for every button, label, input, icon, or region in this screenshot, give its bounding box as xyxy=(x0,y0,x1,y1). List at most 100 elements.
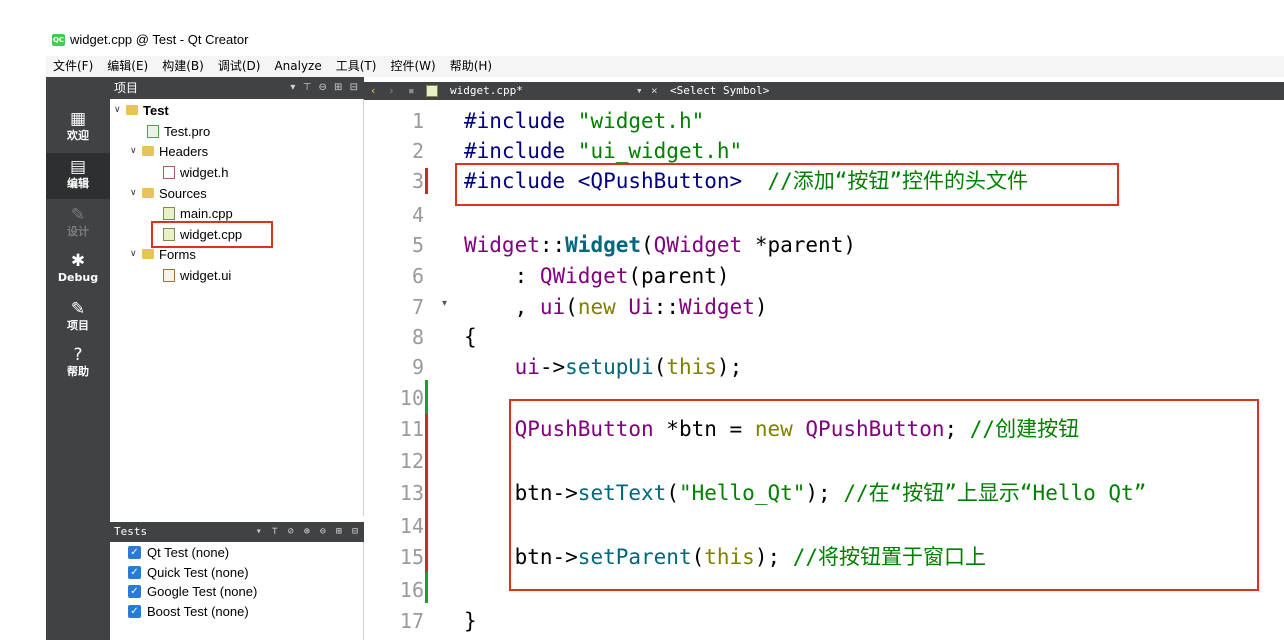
preprocessor-token: #include xyxy=(464,109,578,133)
chevron-down-icon[interactable]: ∨ xyxy=(130,146,142,156)
menu-file[interactable]: 文件(F) xyxy=(46,56,100,77)
highlight-box-include xyxy=(455,163,1119,206)
string-token: "widget.h" xyxy=(577,109,705,133)
test-item-label: Quick Test (none) xyxy=(147,564,249,580)
line-number: 7 xyxy=(411,295,424,319)
line-number: 12 xyxy=(399,449,424,473)
mode-debug-label: Debug xyxy=(57,271,99,284)
chevron-down-icon[interactable]: ∨ xyxy=(114,105,126,115)
code-line-2: #include "ui_widget.h" xyxy=(464,136,742,166)
mode-projects-label: 项目 xyxy=(67,319,89,332)
window-title: widget.cpp @ Test - Qt Creator xyxy=(70,32,249,47)
test-item-google[interactable]: ✓ Google Test (none) xyxy=(128,581,257,601)
tree-item-widget-ui[interactable]: widget.ui xyxy=(163,265,231,285)
keyword-token: this xyxy=(666,355,717,379)
line-number: 11 xyxy=(399,417,424,441)
tree-item-test-project[interactable]: ∨ Test xyxy=(114,100,169,120)
mode-design[interactable]: ✎ 设计 xyxy=(46,201,110,247)
line-number: 6 xyxy=(411,264,424,288)
title-bar: QC widget.cpp @ Test - Qt Creator xyxy=(0,0,1284,56)
line-number: 8 xyxy=(411,325,424,349)
paren-token: ( xyxy=(565,295,578,319)
function-token: setupUi xyxy=(565,355,654,379)
back-arrow-icon[interactable]: ‹ xyxy=(370,82,377,100)
tree-item-test-pro[interactable]: Test.pro xyxy=(147,121,210,141)
test-item-quick[interactable]: ✓ Quick Test (none) xyxy=(128,562,249,582)
indent-token xyxy=(464,417,515,441)
tests-panel-title[interactable]: Tests xyxy=(114,522,147,542)
chevron-down-icon[interactable]: ▾ xyxy=(636,82,643,100)
menu-build[interactable]: 构建(B) xyxy=(155,56,211,77)
class-token: Ui xyxy=(628,295,654,319)
forward-arrow-icon[interactable]: › xyxy=(388,82,395,100)
tree-item-main-cpp[interactable]: main.cpp xyxy=(163,203,233,223)
line-number: 4 xyxy=(411,203,424,227)
checkbox-checked-icon[interactable]: ✓ xyxy=(128,565,141,579)
mode-edit-label: 编辑 xyxy=(67,177,89,190)
class-token: QWidget xyxy=(539,264,629,288)
code-token: : xyxy=(464,264,540,288)
panel-toolbar-icons[interactable]: ▾ ⊤ ⊖ ⊞ ⊟ xyxy=(290,77,360,99)
checkbox-checked-icon[interactable]: ✓ xyxy=(128,584,141,598)
tests-list: ✓ Qt Test (none) ✓ Quick Test (none) ✓ G… xyxy=(110,542,364,640)
menu-help[interactable]: 帮助(H) xyxy=(443,56,499,77)
tree-item-widget-h[interactable]: widget.h xyxy=(163,162,228,182)
operator-token: -> xyxy=(539,355,566,379)
menu-tools[interactable]: 工具(T) xyxy=(329,56,384,77)
symbol-selector[interactable]: <Select Symbol> xyxy=(670,82,769,100)
close-icon[interactable]: × xyxy=(651,82,658,100)
lock-icon: ▪ xyxy=(408,84,415,97)
menu-analyze[interactable]: Analyze xyxy=(267,56,328,77)
code-token: *parent) xyxy=(742,233,856,257)
test-item-boost[interactable]: ✓ Boost Test (none) xyxy=(128,601,249,621)
mode-debug[interactable]: ✱ Debug xyxy=(46,247,110,293)
mode-edit[interactable]: ▤ 编辑 xyxy=(46,153,110,199)
projects-panel-header: 项目 ▾ ⊤ ⊖ ⊞ ⊟ xyxy=(110,77,364,99)
bug-icon: ✱ xyxy=(70,251,86,271)
menu-controls[interactable]: 控件(W) xyxy=(383,56,442,77)
line-number: 2 xyxy=(411,139,424,163)
grid-icon: ▦ xyxy=(69,109,87,129)
code-token: , xyxy=(464,295,540,319)
mode-projects[interactable]: ✎ 项目 xyxy=(46,295,110,341)
menu-edit[interactable]: 编辑(E) xyxy=(100,56,155,77)
test-item-label: Boost Test (none) xyxy=(147,603,249,619)
tree-item-label: main.cpp xyxy=(180,205,233,221)
tests-panel-header: Tests ▾ ⊤ ⊘ ⊕ ⊖ ⊞ ⊟ xyxy=(110,522,364,542)
projects-panel-title[interactable]: 项目 xyxy=(114,77,138,99)
help-icon: ? xyxy=(73,345,83,365)
panel-toolbar-icons[interactable]: ▾ ⊤ ⊘ ⊕ ⊖ ⊞ ⊟ xyxy=(256,522,360,542)
mode-welcome[interactable]: ▦ 欢迎 xyxy=(46,105,110,151)
cpp-file-icon xyxy=(426,85,438,97)
project-tree: ∨ Test Test.pro ∨ Headers widget.h ∨ Sou… xyxy=(110,99,364,516)
tree-item-label: widget.ui xyxy=(180,267,232,283)
tree-item-headers[interactable]: ∨ Headers xyxy=(130,141,208,161)
keyword-token: new xyxy=(577,295,616,319)
editor-toolbar: ‹ › ▪ widget.cpp* ▾ × <Select Symbol> xyxy=(364,82,1284,100)
line-number: 5 xyxy=(411,233,424,257)
header-file-icon xyxy=(163,165,175,179)
pen-icon: ✎ xyxy=(70,205,86,225)
file-tab[interactable]: widget.cpp* xyxy=(450,82,523,100)
chevron-down-icon[interactable]: ∨ xyxy=(130,249,142,259)
test-item-qt[interactable]: ✓ Qt Test (none) xyxy=(128,542,229,562)
fold-arrow-icon[interactable]: ▾ xyxy=(442,298,447,309)
ui-file-icon xyxy=(163,268,175,282)
checkbox-checked-icon[interactable]: ✓ xyxy=(128,604,141,618)
line-number-gutter: 1 2 3 4 5 6 7 ▾ 8 9 10 11 12 13 14 15 16… xyxy=(364,100,460,640)
tree-item-sources[interactable]: ∨ Sources xyxy=(130,183,207,203)
menu-debug[interactable]: 调试(D) xyxy=(211,56,268,77)
chevron-down-icon[interactable]: ∨ xyxy=(130,188,142,198)
folder-icon xyxy=(142,146,154,156)
code-line-1: #include "widget.h" xyxy=(464,106,704,136)
tree-item-label: Headers xyxy=(159,143,209,159)
folder-icon xyxy=(142,188,154,198)
line-number: 3 xyxy=(411,169,424,193)
paren-token: ( xyxy=(641,233,654,257)
mode-help[interactable]: ? 帮助 xyxy=(46,341,110,387)
class-token: Widget xyxy=(464,233,540,257)
highlight-box-widget-cpp xyxy=(151,221,273,248)
code-line-5: Widget::Widget(QWidget *parent) xyxy=(464,230,856,260)
checkbox-checked-icon[interactable]: ✓ xyxy=(128,545,141,559)
change-marker-modified xyxy=(425,168,428,194)
